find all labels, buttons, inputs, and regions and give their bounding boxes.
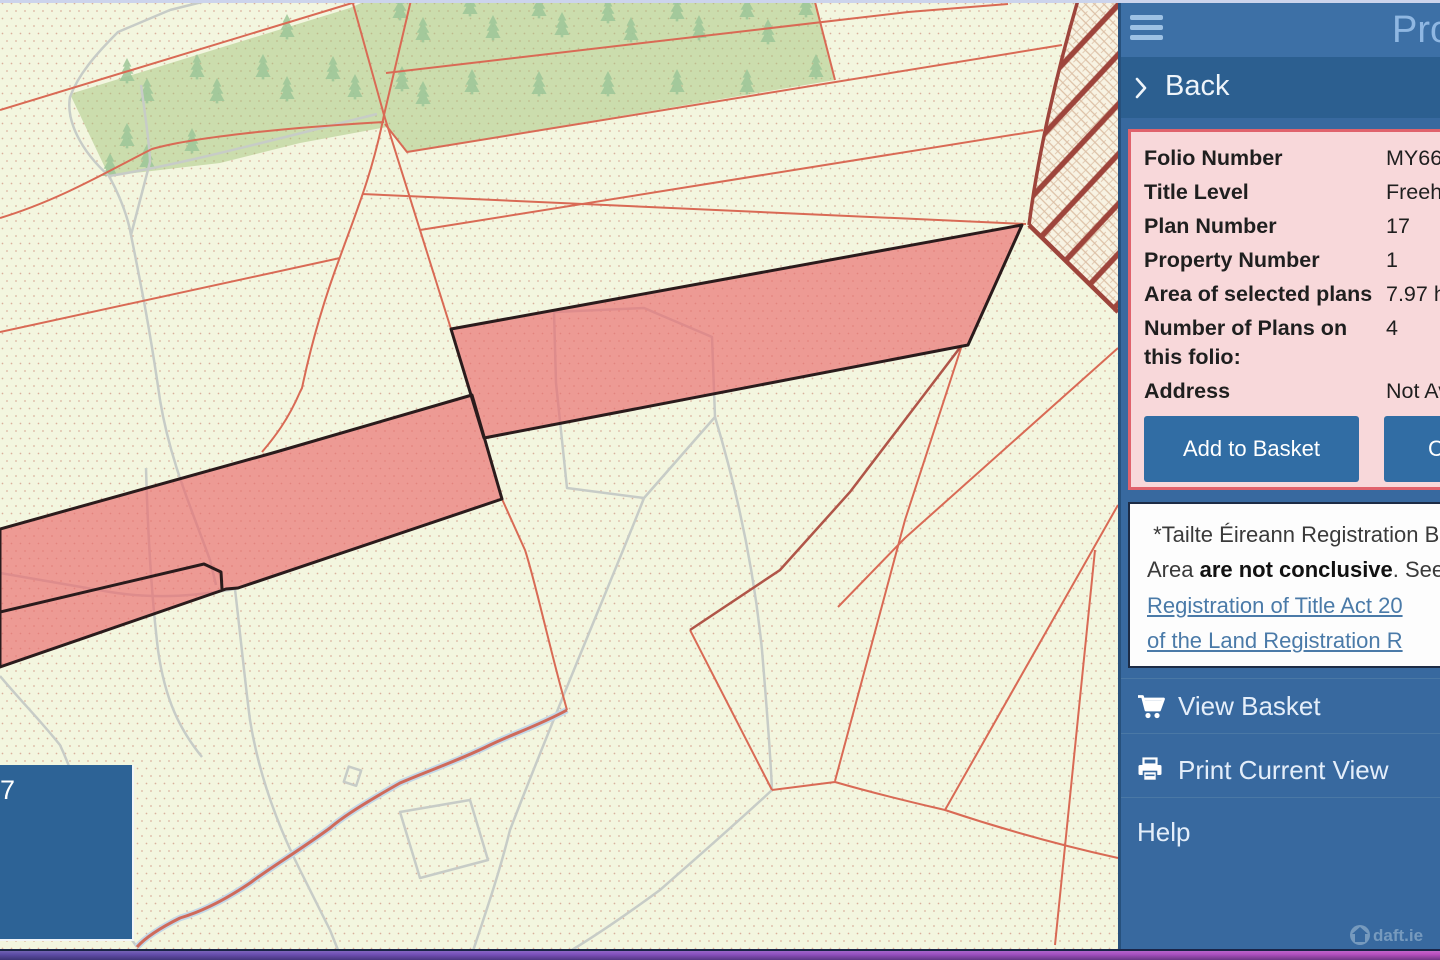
svg-text:daft.ie: daft.ie bbox=[1373, 926, 1423, 945]
